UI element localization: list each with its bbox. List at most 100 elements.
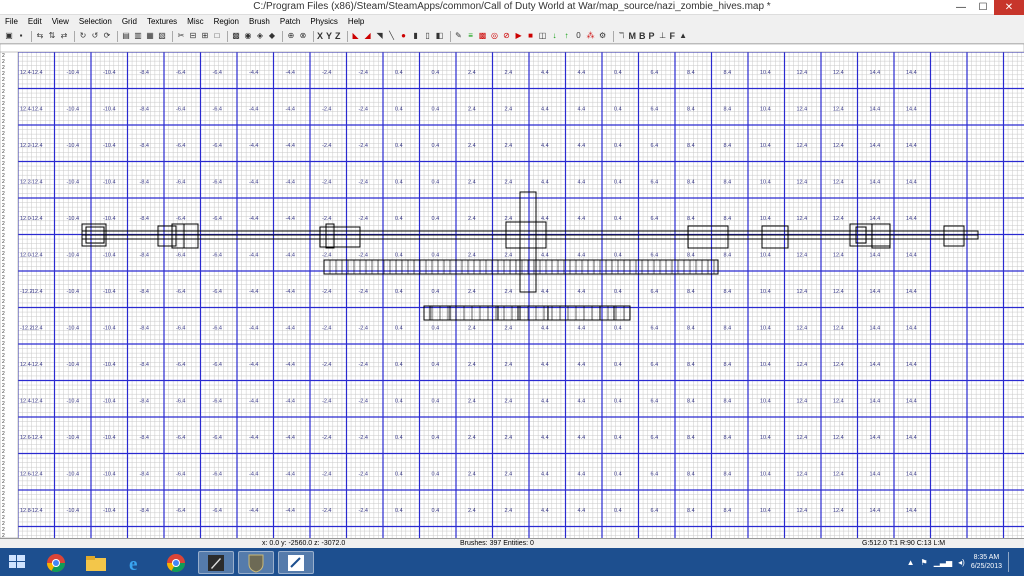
select-touching-icon[interactable]: ▤	[121, 31, 131, 41]
grid-coordinate-label: 4.4	[541, 508, 549, 514]
menu-help[interactable]: Help	[343, 15, 369, 29]
start-button[interactable]	[4, 552, 30, 572]
dots-icon[interactable]: ⁂	[586, 31, 596, 41]
close-button[interactable]: ✕	[994, 0, 1024, 15]
rotate-x-icon[interactable]: ↻	[78, 31, 88, 41]
menu-patch[interactable]: Patch	[275, 15, 305, 29]
rotate-z-icon[interactable]: ⟳	[102, 31, 112, 41]
view-x-button[interactable]: X	[317, 31, 323, 41]
grid-coordinate-label: 0.4	[432, 472, 440, 478]
play-icon[interactable]: ▶	[514, 31, 524, 41]
grid-coordinate-label: -12.4	[30, 253, 43, 259]
tray-arrow-icon[interactable]: ▲	[907, 558, 915, 567]
pin-icon[interactable]: ⊥	[658, 31, 668, 41]
stop-icon[interactable]: ⊘	[502, 31, 512, 41]
grid-coordinate-label: -10.4	[103, 362, 116, 368]
patch-icon[interactable]: ◣	[351, 31, 361, 41]
grid-viewport[interactable]: 2222222222222222222222222222222222222222…	[0, 44, 1024, 538]
menu-edit[interactable]: Edit	[23, 15, 47, 29]
flip-x-icon[interactable]: ⇆	[35, 31, 45, 41]
taskbar-radiant[interactable]	[238, 551, 274, 574]
scale-icon[interactable]: ⊕	[286, 31, 296, 41]
maximize-button[interactable]: ☐	[972, 0, 994, 15]
grid-coordinate-label: -10.4	[67, 216, 80, 222]
cubic-clip-icon[interactable]: ⊗	[298, 31, 308, 41]
flag-icon[interactable]: ⚑	[921, 558, 928, 567]
script-icon[interactable]: ℸ	[617, 31, 627, 41]
clipper-icon[interactable]: ✂	[176, 31, 186, 41]
toggle-m-button[interactable]: M	[629, 31, 637, 41]
zero-icon[interactable]: 0	[574, 31, 584, 41]
patch-bend-icon[interactable]: ◢	[363, 31, 373, 41]
save-icon[interactable]: ▪	[16, 31, 26, 41]
entity-icon[interactable]: ◧	[435, 31, 445, 41]
menu-grid[interactable]: Grid	[117, 15, 142, 29]
texture-lock-icon[interactable]: ◆	[267, 31, 277, 41]
menu-physics[interactable]: Physics	[305, 15, 343, 29]
grid-coordinate-label: -4.4	[249, 70, 258, 76]
select-inside-icon[interactable]: ▥	[133, 31, 143, 41]
minimize-button[interactable]: —	[950, 0, 972, 15]
view-z-button[interactable]: Z	[335, 31, 341, 41]
clock[interactable]: 8:35 AM 6/25/2013	[971, 553, 1002, 571]
menu-misc[interactable]: Misc	[182, 15, 208, 29]
lock-icon[interactable]: ◫	[538, 31, 548, 41]
toggle-f-button[interactable]: F	[670, 31, 676, 41]
filter-icon[interactable]: ▮	[411, 31, 421, 41]
taskbar-chrome-2[interactable]	[158, 551, 194, 574]
view-y-button[interactable]: Y	[326, 31, 332, 41]
csg-merge-icon[interactable]: ⊞	[200, 31, 210, 41]
taskbar-explorer[interactable]	[78, 551, 114, 574]
camera-icon[interactable]: ◉	[243, 31, 253, 41]
taskbar-ie[interactable]: e	[118, 551, 154, 574]
grid-toggle-icon[interactable]: ▩	[231, 31, 241, 41]
model-icon[interactable]: ◎	[490, 31, 500, 41]
grid-coordinate-label: 4.4	[578, 180, 586, 186]
record-icon[interactable]: ■	[526, 31, 536, 41]
flip-y-icon[interactable]: ⇅	[47, 31, 57, 41]
flip-z-icon[interactable]: ⇄	[59, 31, 69, 41]
taskbar-editor[interactable]	[278, 551, 314, 574]
snap-icon[interactable]: ▯	[423, 31, 433, 41]
csg-subtract-icon[interactable]: ⊟	[188, 31, 198, 41]
grid-coordinate-label: -6.4	[213, 216, 222, 222]
rotate-y-icon[interactable]: ↺	[90, 31, 100, 41]
arrow-up-icon[interactable]: ↑	[562, 31, 572, 41]
patch-insert-icon[interactable]: ◥	[375, 31, 385, 41]
signal-icon[interactable]: ▁▃▅	[934, 558, 952, 567]
grid-coordinate-label: 2.4	[468, 362, 476, 368]
open-icon[interactable]: ▣	[4, 31, 14, 41]
grid-coordinate-label: 6.4	[651, 70, 659, 76]
taskbar-launcher[interactable]	[198, 551, 234, 574]
status-grid-info: G:512.0 T:1 R:90 C:13 L:M	[862, 540, 946, 547]
color-icon[interactable]: ▩	[478, 31, 488, 41]
menu-view[interactable]: View	[47, 15, 74, 29]
grid-coordinate-label: -8.4	[140, 216, 149, 222]
gears-icon[interactable]: ⚙	[598, 31, 608, 41]
drill-icon[interactable]: ●	[399, 31, 409, 41]
grid-canvas[interactable]: 2222222222222222222222222222222222222222…	[0, 44, 1024, 538]
arrow-down-icon[interactable]: ↓	[550, 31, 560, 41]
grid-coordinate-label: 12.4	[833, 326, 844, 332]
hollow-icon[interactable]: □	[212, 31, 222, 41]
toggle-b-button[interactable]: B	[639, 31, 646, 41]
select-partial-icon[interactable]: ▦	[145, 31, 155, 41]
edge-icon[interactable]: ╲	[387, 31, 397, 41]
show-desktop-button[interactable]	[1008, 552, 1014, 572]
taskbar-chrome[interactable]	[38, 551, 74, 574]
menu-region[interactable]: Region	[209, 15, 244, 29]
select-complete-icon[interactable]: ▧	[157, 31, 167, 41]
menu-file[interactable]: File	[0, 15, 23, 29]
grid-coordinate-label: -6.4	[213, 143, 222, 149]
brush-icon[interactable]: ≡	[466, 31, 476, 41]
menu-textures[interactable]: Textures	[142, 15, 182, 29]
terrain-icon[interactable]: ▲	[678, 31, 688, 41]
toggle-p-button[interactable]: P	[649, 31, 655, 41]
grid-coordinate-label: 8.4	[687, 362, 695, 368]
view-change-icon[interactable]: ◈	[255, 31, 265, 41]
grid-coordinate-label: -2.4	[322, 435, 331, 441]
volume-icon[interactable]: ◂)	[958, 558, 965, 567]
menu-selection[interactable]: Selection	[74, 15, 117, 29]
light-icon[interactable]: ✎	[454, 31, 464, 41]
menu-brush[interactable]: Brush	[244, 15, 275, 29]
